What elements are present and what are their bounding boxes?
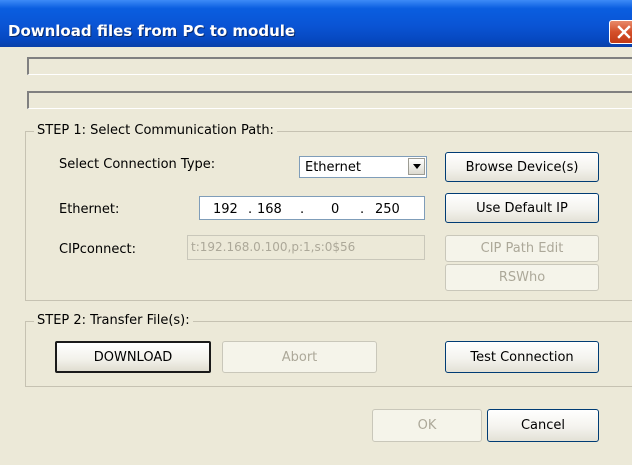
close-button[interactable]	[609, 20, 632, 44]
ip-octet-2[interactable]: 168	[257, 202, 282, 217]
ethernet-label: Ethernet:	[59, 202, 120, 217]
title-bar[interactable]: Download files from PC to module	[0, 0, 632, 47]
progress-bar-1	[27, 57, 632, 75]
use-default-ip-button[interactable]: Use Default IP	[445, 193, 599, 223]
connection-type-value: Ethernet	[305, 160, 361, 175]
window-title: Download files from PC to module	[8, 22, 296, 40]
connection-type-select[interactable]: Ethernet	[299, 156, 427, 178]
chevron-down-icon	[413, 164, 421, 169]
ip-separator: .	[360, 202, 365, 217]
download-button[interactable]: DOWNLOAD	[55, 341, 211, 373]
download-dialog: Download files from PC to module STEP 1:…	[0, 0, 632, 465]
step2-caption: STEP 2: Transfer File(s):	[34, 313, 193, 328]
step1-caption: STEP 1: Select Communication Path:	[34, 123, 277, 138]
ip-octet-1[interactable]: 192	[213, 202, 238, 217]
ok-button[interactable]: OK	[372, 409, 482, 442]
connection-type-label: Select Connection Type:	[59, 157, 216, 172]
cip-path-edit-button[interactable]: CIP Path Edit	[445, 235, 599, 262]
ip-octet-3[interactable]: 0	[331, 202, 339, 217]
abort-button[interactable]: Abort	[222, 341, 377, 373]
cipconnect-path-field[interactable]: t:192.168.0.100,p:1,s:0$56	[187, 235, 425, 260]
browse-devices-button[interactable]: Browse Device(s)	[445, 152, 599, 182]
ip-address-field[interactable]: 192 . 168 . 0 . 250	[199, 196, 425, 220]
ip-separator: .	[300, 202, 305, 217]
test-connection-button[interactable]: Test Connection	[445, 341, 599, 373]
close-icon	[617, 25, 631, 39]
rswho-button[interactable]: RSWho	[445, 264, 599, 291]
cancel-button[interactable]: Cancel	[487, 409, 599, 442]
cipconnect-label: CIPconnect:	[59, 242, 136, 257]
dropdown-arrow-button[interactable]	[408, 158, 425, 175]
progress-bar-2	[27, 91, 632, 109]
ip-separator: .	[248, 202, 253, 217]
cipconnect-path-value: t:192.168.0.100,p:1,s:0$56	[191, 240, 356, 254]
ip-octet-4[interactable]: 250	[375, 202, 400, 217]
